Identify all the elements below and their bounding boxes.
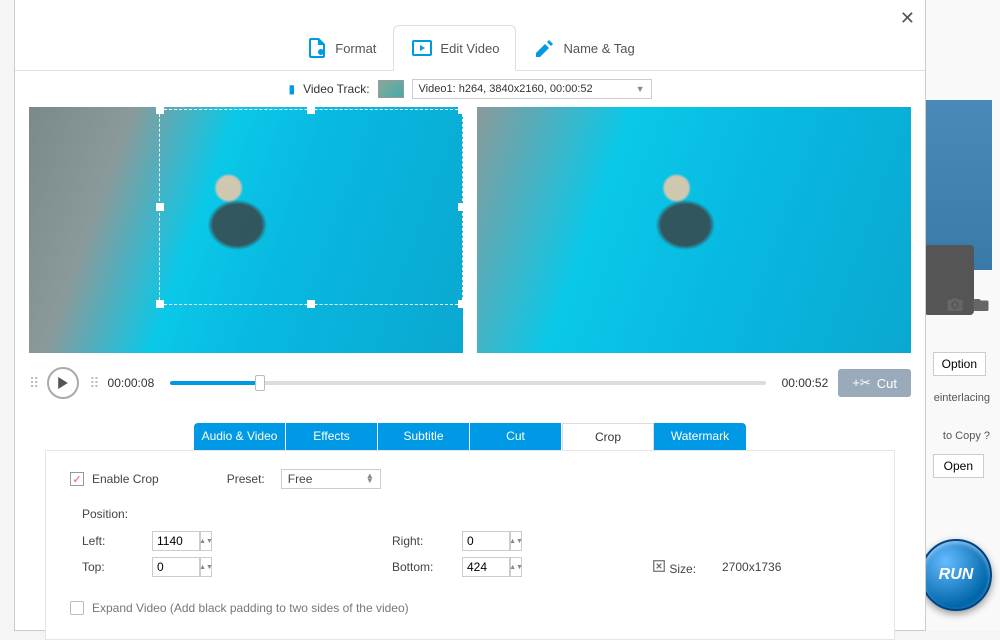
open-button[interactable]: Open (933, 454, 984, 478)
tab-edit-video[interactable]: Edit Video (393, 25, 516, 71)
tab-name-label: Name & Tag (563, 41, 634, 56)
tab-name-tag[interactable]: Name & Tag (516, 25, 651, 70)
bg-text-interlacing: einterlacing (934, 392, 990, 404)
preset-label: Preset: (227, 472, 265, 486)
expand-video-label: Expand Video (Add black padding to two s… (92, 601, 409, 615)
folder-open-icon[interactable] (972, 296, 990, 314)
close-icon[interactable]: ✕ (900, 8, 915, 29)
size-icon (652, 559, 666, 573)
edit-tab-audio-video[interactable]: Audio & Video (194, 423, 286, 450)
left-input[interactable] (152, 531, 200, 551)
edit-tabs: Audio & Video Effects Subtitle Cut Crop … (15, 423, 925, 450)
current-time: 00:00:08 (108, 376, 155, 390)
crop-rectangle[interactable] (159, 109, 463, 305)
size-label: Size: (669, 562, 696, 576)
cut-button[interactable]: +✂Cut (838, 369, 911, 397)
frame-fwd-icon[interactable]: ⠿ (89, 380, 97, 387)
expand-video-checkbox[interactable] (70, 601, 84, 615)
format-icon (305, 36, 329, 60)
edit-tab-watermark[interactable]: Watermark (654, 423, 746, 450)
edit-tab-cut[interactable]: Cut (470, 423, 562, 450)
top-label: Top: (82, 560, 142, 574)
original-preview[interactable]: ▷ Original (29, 107, 463, 353)
right-label: Right: (392, 534, 452, 548)
enable-crop-checkbox[interactable]: ✓ (70, 472, 84, 486)
track-value: Video1: h264, 3840x2160, 00:00:52 (419, 83, 593, 95)
option-button[interactable]: Option (933, 352, 986, 376)
bg-video-thumb (922, 100, 992, 270)
tab-format-label: Format (335, 41, 376, 56)
bottom-spinner[interactable]: ▲▼ (510, 557, 522, 577)
frame-back-icon[interactable]: ⠿ (29, 380, 37, 387)
video-track-label: Video Track: (303, 82, 369, 96)
position-label: Position: (82, 507, 870, 521)
top-spinner[interactable]: ▲▼ (200, 557, 212, 577)
camera-icon[interactable] (946, 296, 964, 314)
enable-crop-label: Enable Crop (92, 472, 159, 486)
play-button[interactable] (47, 367, 79, 399)
total-time: 00:00:52 (782, 376, 829, 390)
right-spinner[interactable]: ▲▼ (510, 531, 522, 551)
video-track-select[interactable]: Video1: h264, 3840x2160, 00:00:52 ▼ (412, 79, 652, 99)
slider-thumb[interactable] (255, 375, 265, 391)
right-input[interactable] (462, 531, 510, 551)
edit-tab-crop[interactable]: Crop (562, 423, 654, 450)
edit-tab-subtitle[interactable]: Subtitle (378, 423, 470, 450)
left-label: Left: (82, 534, 142, 548)
tab-format[interactable]: Format (288, 25, 393, 70)
bottom-input[interactable] (462, 557, 510, 577)
edit-video-icon (410, 36, 434, 60)
name-tag-icon (533, 36, 557, 60)
bottom-label: Bottom: (392, 560, 452, 574)
track-thumb (378, 80, 404, 98)
result-preview: Preview 🔍 (477, 107, 911, 353)
size-value: 2700x1736 (722, 560, 842, 574)
timeline-slider[interactable] (170, 381, 765, 385)
tab-edit-label: Edit Video (440, 41, 499, 56)
bg-text-copy: to Copy ? (943, 430, 990, 442)
preset-select[interactable]: Free ▲▼ (281, 469, 381, 489)
left-spinner[interactable]: ▲▼ (200, 531, 212, 551)
edit-tab-effects[interactable]: Effects (286, 423, 378, 450)
top-input[interactable] (152, 557, 200, 577)
run-button[interactable]: RUN (920, 539, 992, 611)
